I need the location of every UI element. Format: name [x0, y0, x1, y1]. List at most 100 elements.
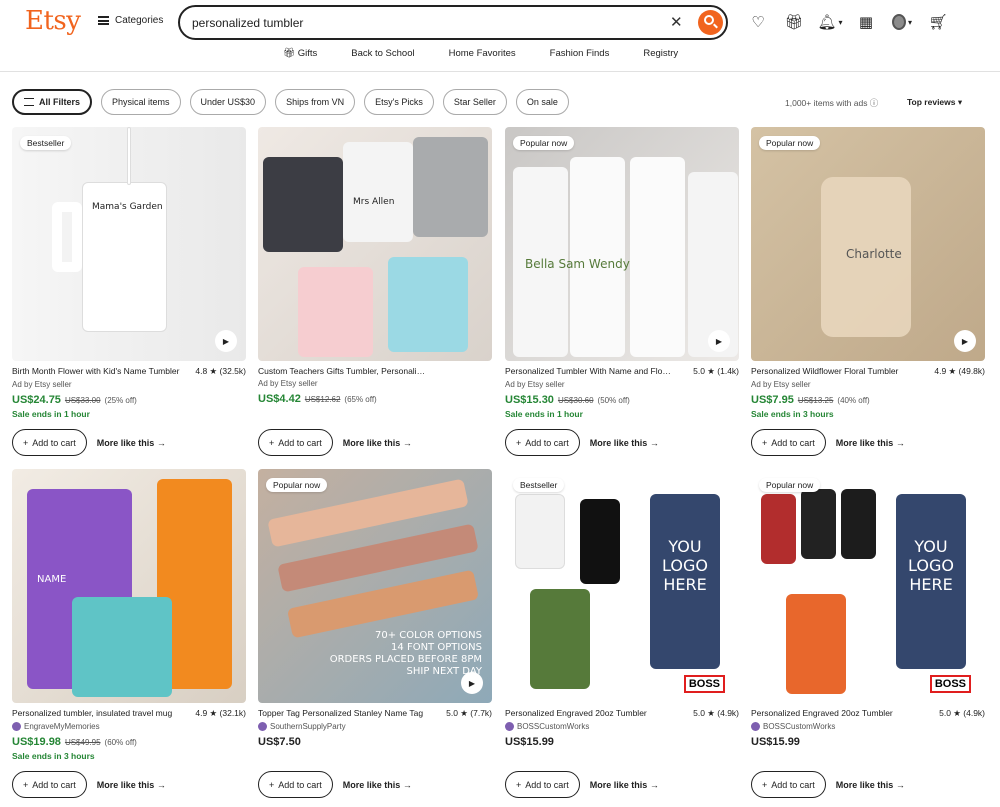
nav-fashion-finds[interactable]: Fashion Finds [550, 48, 610, 59]
categories-menu[interactable]: Categories [98, 15, 163, 26]
clear-icon[interactable]: ✕ [670, 13, 683, 31]
price-line: US$4.42 US$12.62 (65% off) [258, 393, 492, 405]
product-title[interactable]: Personalized Wildflower Floral Tumbler [751, 366, 919, 377]
add-to-cart-button[interactable]: + Add to cart [505, 771, 580, 798]
product-meta: Topper Tag Personalized Stanley Name Tag… [258, 708, 492, 748]
play-icon[interactable]: ▶ [215, 330, 237, 352]
card-actions: + Add to cart More like this → [751, 429, 905, 456]
more-like-this-link[interactable]: More like this → [836, 438, 905, 448]
product-title[interactable]: Personalized tumbler, insulated travel m… [12, 708, 180, 719]
add-to-cart-button[interactable]: + Add to cart [258, 771, 333, 798]
search-button[interactable] [698, 10, 723, 35]
product-meta: Birth Month Flower with Kid's Name Tumbl… [12, 366, 246, 419]
gift-icon: 🎁︎ [283, 48, 298, 59]
more-like-this-link[interactable]: More like this → [590, 780, 659, 790]
price-line: US$15.99 [751, 736, 985, 748]
seller-name: SouthernSupplyParty [270, 722, 346, 731]
image-caption: 70+ COLOR OPTIONS 14 FONT OPTIONS ORDERS… [329, 630, 482, 677]
nav-gifts[interactable]: 🎁︎ Gifts [283, 48, 317, 59]
product-image[interactable]: Charlotte Popular now ▶ [751, 127, 985, 361]
star-seller-icon [751, 722, 760, 731]
more-like-this-link[interactable]: More like this → [836, 780, 905, 790]
product-title[interactable]: Personalized Engraved 20oz Tumbler [505, 708, 673, 719]
menu-icon [98, 16, 109, 25]
price: US$19.98 [12, 736, 61, 748]
etsy-logo[interactable]: Etsy [25, 6, 81, 36]
more-like-this-link[interactable]: More like this → [343, 438, 412, 448]
filter-chip[interactable]: On sale [515, 89, 569, 115]
sort-dropdown[interactable]: Top reviews ▾ [907, 97, 962, 108]
plus-icon: + [23, 779, 29, 790]
plus-icon: + [23, 437, 29, 448]
product-title[interactable]: Birth Month Flower with Kid's Name Tumbl… [12, 366, 180, 377]
product-meta: Personalized Engraved 20oz Tumbler 5.0 ★ … [751, 708, 985, 748]
product-image[interactable]: Mama's Garden Bestseller ▶ [12, 127, 246, 361]
seller-name: Ad by Etsy seller [258, 379, 318, 388]
add-to-cart-button[interactable]: + Add to cart [258, 429, 333, 456]
search-input[interactable] [192, 13, 652, 33]
filter-chip[interactable]: Ships from VN [275, 89, 356, 115]
product-badge: Popular now [759, 136, 821, 150]
product-rating: 4.9 ★ (49.8k) [934, 366, 985, 376]
add-to-cart-button[interactable]: + Add to cart [751, 771, 826, 798]
plus-icon: + [269, 437, 275, 448]
sale-timer: Sale ends in 3 hours [751, 409, 834, 419]
play-icon[interactable]: ▶ [708, 330, 730, 352]
product-image[interactable]: Bella Sam Wendy Popular now ▶ [505, 127, 739, 361]
bell-icon[interactable]: 🔔︎ ▾ [817, 12, 842, 32]
nav-home-favorites[interactable]: Home Favorites [449, 48, 516, 59]
product-title[interactable]: Personalized Tumbler With Name and Flowe… [505, 366, 673, 377]
cart-icon[interactable]: 🛒︎ [928, 12, 948, 32]
price: US$15.99 [751, 736, 800, 748]
more-like-this-link[interactable]: More like this → [343, 780, 412, 790]
product-title[interactable]: Custom Teachers Gifts Tumbler, Personali… [258, 366, 426, 376]
gift-icon[interactable]: 🎁︎ [784, 12, 804, 32]
price-line: US$15.30 US$30.60 (50% off) [505, 394, 739, 406]
add-to-cart-button[interactable]: + Add to cart [12, 429, 87, 456]
nav-back-to-school[interactable]: Back to School [351, 48, 414, 59]
image-caption: YOU LOGO HERE [662, 537, 708, 595]
header-icons: ♡ 🎁︎ 🔔︎ ▾ ▦ ▾ 🛒︎ [748, 12, 948, 32]
product-rating: 5.0 ★ (7.7k) [446, 708, 492, 718]
all-filters-button[interactable]: All Filters [12, 89, 93, 115]
product-image[interactable]: NAME [12, 469, 246, 703]
price: US$7.95 [751, 394, 794, 406]
play-icon[interactable]: ▶ [954, 330, 976, 352]
filter-chip[interactable]: Etsy's Picks [364, 89, 434, 115]
seller-name: Ad by Etsy seller [505, 380, 565, 389]
results-count: 1,000+ items with ads ⓘ [785, 98, 879, 108]
product-image[interactable]: 70+ COLOR OPTIONS 14 FONT OPTIONS ORDERS… [258, 469, 492, 703]
add-to-cart-button[interactable]: + Add to cart [751, 429, 826, 456]
product-image[interactable]: YOU LOGO HERE BOSS Popular now [751, 469, 985, 703]
more-like-this-link[interactable]: More like this → [97, 438, 166, 448]
product-meta: Personalized Wildflower Floral Tumbler 4.… [751, 366, 985, 419]
more-like-this-link[interactable]: More like this → [590, 438, 659, 448]
avatar [892, 14, 906, 30]
account-menu[interactable]: ▾ [892, 12, 912, 32]
more-like-this-link[interactable]: More like this → [97, 780, 166, 790]
add-to-cart-button[interactable]: + Add to cart [12, 771, 87, 798]
add-to-cart-button[interactable]: + Add to cart [505, 429, 580, 456]
nav-registry[interactable]: Registry [643, 48, 678, 59]
price-line: US$15.99 [505, 736, 739, 748]
categories-label: Categories [115, 15, 164, 26]
image-caption: Bella Sam Wendy [525, 257, 630, 271]
product-image[interactable]: YOU LOGO HERE BOSS Bestseller [505, 469, 739, 703]
heart-icon[interactable]: ♡ [748, 12, 768, 32]
category-nav: 🎁︎ Gifts Back to School Home Favorites F… [283, 48, 678, 59]
seller-name: Ad by Etsy seller [12, 380, 72, 389]
product-meta: Custom Teachers Gifts Tumbler, Personali… [258, 366, 492, 405]
filter-chip[interactable]: Under US$30 [189, 89, 267, 115]
sale-timer: Sale ends in 1 hour [12, 409, 90, 419]
shop-icon[interactable]: ▦ [856, 12, 876, 32]
seller-name: EngraveMyMemories [24, 722, 100, 731]
play-icon[interactable]: ▶ [461, 672, 483, 694]
image-caption: YOU LOGO HERE [908, 537, 954, 595]
product-title[interactable]: Topper Tag Personalized Stanley Name Tag [258, 708, 426, 719]
brand-logo: BOSS [683, 675, 725, 693]
filter-chip[interactable]: Physical items [101, 89, 181, 115]
filter-chip[interactable]: Star Seller [442, 89, 507, 115]
image-caption: Charlotte [846, 247, 902, 261]
product-image[interactable]: Mrs Allen [258, 127, 492, 361]
product-title[interactable]: Personalized Engraved 20oz Tumbler [751, 708, 919, 719]
